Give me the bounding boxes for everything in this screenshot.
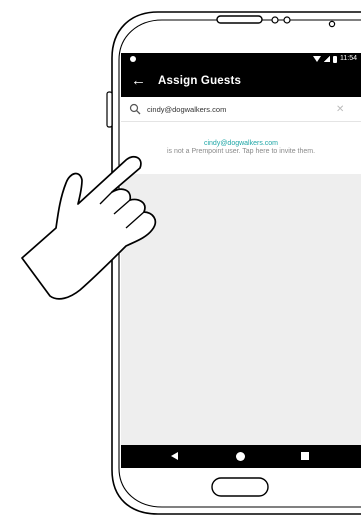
pointing-hand-icon [21, 155, 157, 300]
